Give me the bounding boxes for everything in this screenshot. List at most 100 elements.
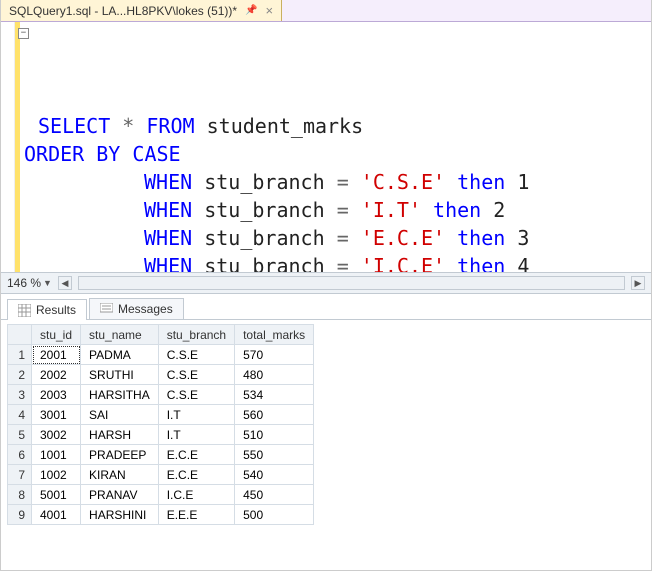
cell[interactable]: PRANAV bbox=[81, 485, 159, 505]
cell[interactable]: PRADEEP bbox=[81, 445, 159, 465]
cell[interactable]: 2002 bbox=[32, 365, 81, 385]
kw-when: WHEN bbox=[144, 198, 192, 222]
row-header-blank bbox=[8, 325, 32, 345]
row-number: 5 bbox=[8, 425, 32, 445]
kw-by: BY bbox=[96, 142, 120, 166]
cell[interactable]: 3002 bbox=[32, 425, 81, 445]
cell[interactable]: 4001 bbox=[32, 505, 81, 525]
cell[interactable]: 570 bbox=[235, 345, 314, 365]
code-line: WHEN stu_branch = 'I.C.E' then 4 bbox=[24, 252, 643, 272]
results-tab-label: Results bbox=[36, 303, 76, 317]
code-line: ORDER BY CASE bbox=[24, 140, 643, 168]
sql-editor[interactable]: − SELECT * FROM student_marksORDER BY CA… bbox=[1, 22, 651, 272]
cell[interactable]: C.S.E bbox=[158, 345, 234, 365]
cell[interactable]: HARSITHA bbox=[81, 385, 159, 405]
table-row[interactable]: 61001PRADEEPE.C.E550 bbox=[8, 445, 314, 465]
column-header[interactable]: total_marks bbox=[235, 325, 314, 345]
id-col: stu_branch bbox=[204, 198, 324, 222]
kw-then: then bbox=[457, 254, 505, 272]
table-row[interactable]: 32003HARSITHAC.S.E534 bbox=[8, 385, 314, 405]
kw-order: ORDER bbox=[24, 142, 84, 166]
horizontal-scrollbar[interactable] bbox=[78, 276, 625, 290]
cell[interactable]: C.S.E bbox=[158, 385, 234, 405]
row-number: 7 bbox=[8, 465, 32, 485]
id-col: stu_branch bbox=[204, 254, 324, 272]
kw-when: WHEN bbox=[144, 170, 192, 194]
table-row[interactable]: 22002SRUTHIC.S.E480 bbox=[8, 365, 314, 385]
cell[interactable]: 5001 bbox=[32, 485, 81, 505]
file-tab[interactable]: SQLQuery1.sql - LA...HL8PKV\lokes (51))*… bbox=[1, 0, 282, 21]
cell[interactable]: 534 bbox=[235, 385, 314, 405]
cell[interactable]: 1001 bbox=[32, 445, 81, 465]
str-val: 'I.T' bbox=[361, 198, 421, 222]
num: 4 bbox=[517, 254, 529, 272]
cell[interactable]: I.T bbox=[158, 425, 234, 445]
cell[interactable]: C.S.E bbox=[158, 365, 234, 385]
row-number: 8 bbox=[8, 485, 32, 505]
column-header[interactable]: stu_branch bbox=[158, 325, 234, 345]
close-icon[interactable]: × bbox=[266, 3, 274, 18]
result-tab-strip: Results Messages bbox=[1, 294, 651, 319]
results-panel: stu_idstu_namestu_branchtotal_marks 1200… bbox=[1, 319, 651, 570]
row-number: 1 bbox=[8, 345, 32, 365]
cell[interactable]: 480 bbox=[235, 365, 314, 385]
row-number: 3 bbox=[8, 385, 32, 405]
op-eq: = bbox=[337, 254, 349, 272]
cell[interactable]: E.C.E bbox=[158, 465, 234, 485]
file-tab-title: SQLQuery1.sql - LA...HL8PKV\lokes (51))* bbox=[9, 4, 237, 18]
table-row[interactable]: 43001SAII.T560 bbox=[8, 405, 314, 425]
cell[interactable]: HARSH bbox=[81, 425, 159, 445]
kw-select: SELECT bbox=[38, 114, 110, 138]
cell[interactable]: 2003 bbox=[32, 385, 81, 405]
op-eq: = bbox=[337, 170, 349, 194]
cell[interactable]: PADMA bbox=[81, 345, 159, 365]
table-row[interactable]: 12001PADMAC.S.E570 bbox=[8, 345, 314, 365]
cell[interactable]: 540 bbox=[235, 465, 314, 485]
kw-then: then bbox=[457, 170, 505, 194]
zoom-bar: 146 % ▼ ◀ ▶ bbox=[1, 272, 651, 294]
cell[interactable]: 2001 bbox=[32, 345, 81, 365]
cell[interactable]: HARSHINI bbox=[81, 505, 159, 525]
cell[interactable]: SRUTHI bbox=[81, 365, 159, 385]
cell[interactable]: I.C.E bbox=[158, 485, 234, 505]
cell[interactable]: 550 bbox=[235, 445, 314, 465]
tab-results[interactable]: Results bbox=[7, 299, 87, 320]
table-row[interactable]: 53002HARSHI.T510 bbox=[8, 425, 314, 445]
str-val: 'I.C.E' bbox=[361, 254, 445, 272]
table-row[interactable]: 85001PRANAVI.C.E450 bbox=[8, 485, 314, 505]
indicator-margin bbox=[1, 22, 15, 272]
zoom-dropdown[interactable]: 146 % ▼ bbox=[7, 276, 52, 290]
cell[interactable]: E.C.E bbox=[158, 445, 234, 465]
cell[interactable]: 450 bbox=[235, 485, 314, 505]
code-area[interactable]: − SELECT * FROM student_marksORDER BY CA… bbox=[20, 22, 651, 272]
outline-collapse-icon[interactable]: − bbox=[18, 28, 29, 39]
results-table[interactable]: stu_idstu_namestu_branchtotal_marks 1200… bbox=[7, 324, 314, 525]
code-line: WHEN stu_branch = 'C.S.E' then 1 bbox=[24, 168, 643, 196]
cell[interactable]: 1002 bbox=[32, 465, 81, 485]
cell[interactable]: 3001 bbox=[32, 405, 81, 425]
tab-messages[interactable]: Messages bbox=[89, 298, 184, 319]
num: 3 bbox=[517, 226, 529, 250]
column-header[interactable]: stu_id bbox=[32, 325, 81, 345]
scroll-left-button[interactable]: ◀ bbox=[58, 276, 72, 290]
cell[interactable]: I.T bbox=[158, 405, 234, 425]
pin-icon[interactable]: 📌 bbox=[245, 5, 257, 16]
messages-tab-label: Messages bbox=[118, 302, 173, 316]
cell[interactable]: 560 bbox=[235, 405, 314, 425]
cell[interactable]: KIRAN bbox=[81, 465, 159, 485]
cell[interactable]: SAI bbox=[81, 405, 159, 425]
scroll-right-button[interactable]: ▶ bbox=[631, 276, 645, 290]
kw-when: WHEN bbox=[144, 254, 192, 272]
cell[interactable]: E.E.E bbox=[158, 505, 234, 525]
id-col: stu_branch bbox=[204, 170, 324, 194]
column-header[interactable]: stu_name bbox=[81, 325, 159, 345]
cell[interactable]: 500 bbox=[235, 505, 314, 525]
cell[interactable]: 510 bbox=[235, 425, 314, 445]
str-val: 'C.S.E' bbox=[361, 170, 445, 194]
kw-when: WHEN bbox=[144, 226, 192, 250]
row-number: 4 bbox=[8, 405, 32, 425]
table-row[interactable]: 94001HARSHINIE.E.E500 bbox=[8, 505, 314, 525]
kw-then: then bbox=[433, 198, 481, 222]
table-row[interactable]: 71002KIRANE.C.E540 bbox=[8, 465, 314, 485]
num: 2 bbox=[493, 198, 505, 222]
